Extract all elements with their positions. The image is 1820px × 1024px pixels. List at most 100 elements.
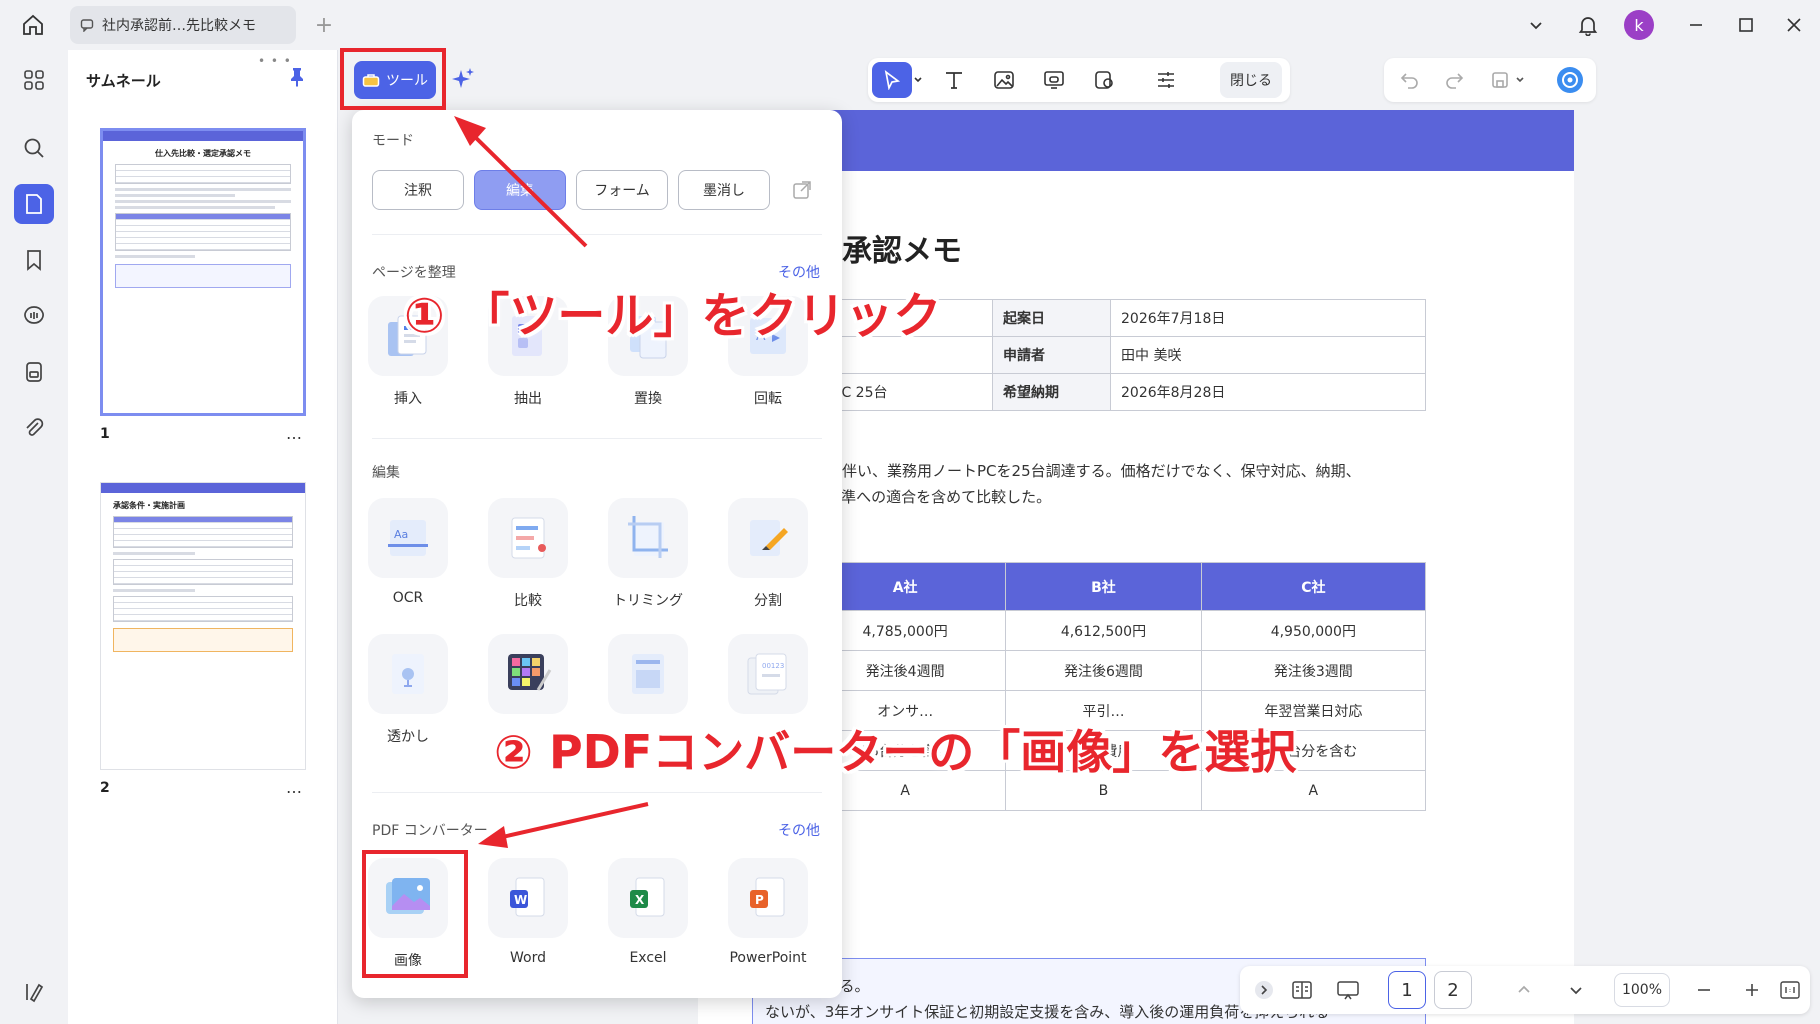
- rail-sidebar-toggle-button[interactable]: [14, 972, 54, 1012]
- rail-search-button[interactable]: [14, 128, 54, 168]
- converter-more-link[interactable]: その他: [778, 820, 820, 840]
- rail-apps-button[interactable]: [14, 60, 54, 100]
- image-icon: [994, 71, 1014, 89]
- chevron-up-icon: [1518, 985, 1530, 993]
- zoom-in-button[interactable]: [1734, 972, 1770, 1008]
- undo-button[interactable]: [1390, 62, 1430, 98]
- previous-page-button[interactable]: [1506, 972, 1542, 1008]
- convert-to-excel[interactable]: X Excel: [598, 858, 698, 976]
- page-thumbnail-2[interactable]: 承認条件・実施計画: [100, 482, 306, 770]
- page-icon: [26, 194, 42, 214]
- tool-ocr[interactable]: Aa OCR: [358, 498, 458, 616]
- maximize-button[interactable]: [1728, 8, 1764, 42]
- settings-tool-button[interactable]: [1146, 62, 1186, 98]
- text-tool-button[interactable]: [934, 62, 974, 98]
- cloud-button[interactable]: [1550, 62, 1590, 98]
- bell-icon: [1578, 17, 1598, 36]
- select-tool-dropdown[interactable]: [908, 62, 928, 98]
- chevron-down-icon: [1530, 22, 1542, 30]
- chevron-down-icon: [1570, 987, 1582, 995]
- tool-crop[interactable]: トリミング: [598, 498, 698, 616]
- minimize-button[interactable]: [1678, 8, 1714, 42]
- image-tool-button[interactable]: [984, 62, 1024, 98]
- sidebar-toggle-icon: [26, 983, 44, 1003]
- save-dropdown[interactable]: [1510, 62, 1530, 98]
- rail-thumbnails-button[interactable]: [14, 184, 54, 224]
- actual-size-button[interactable]: [1772, 972, 1808, 1008]
- stamp-tool-button[interactable]: [1084, 62, 1124, 98]
- title-bar: 社内承認前…先比較メモ + k: [0, 0, 1820, 50]
- notification-button[interactable]: [1570, 8, 1606, 42]
- select-tool-button[interactable]: [872, 62, 912, 98]
- search-icon: [24, 138, 44, 158]
- page-thumbnail-menu-button[interactable]: …: [286, 424, 303, 443]
- tool-compare[interactable]: 比較: [478, 498, 578, 616]
- zoom-level-field[interactable]: 100%: [1614, 973, 1670, 1007]
- rail-attachment-button[interactable]: [14, 408, 54, 448]
- table-row: 4,785,000円 4,612,500円 4,950,000円: [752, 610, 1427, 651]
- edit-heading: 編集: [372, 465, 400, 481]
- undo-icon: [1400, 73, 1418, 89]
- document-tab[interactable]: 社内承認前…先比較メモ: [70, 6, 296, 44]
- numbering-icon: 00123: [747, 653, 787, 695]
- watermark-icon: [392, 654, 424, 694]
- location-icon: [1095, 71, 1113, 89]
- svg-text:00123: 00123: [762, 662, 784, 670]
- open-external-button[interactable]: [788, 176, 816, 204]
- expand-nav-button[interactable]: [1246, 972, 1282, 1008]
- svg-text:Aa: Aa: [394, 528, 408, 541]
- thumbnail-panel: • • • サムネール 仕入先比較・選定承認メモ 1 … 承認条件・実施計画 2…: [68, 50, 338, 1024]
- maximize-icon: [1739, 18, 1753, 32]
- excel-icon: X: [630, 877, 665, 917]
- mode-redact-button[interactable]: 墨消し: [678, 170, 770, 210]
- page-thumbnail-1[interactable]: 仕入先比較・選定承認メモ: [100, 128, 306, 416]
- page-1-button[interactable]: 1: [1388, 971, 1426, 1009]
- word-icon: W: [510, 877, 545, 917]
- convert-to-powerpoint[interactable]: P PowerPoint: [718, 858, 818, 976]
- table-row: 発注後4週間 発注後6週間 発注後3週間: [752, 650, 1427, 691]
- home-icon: [23, 14, 43, 35]
- tabs-dropdown-button[interactable]: [1518, 8, 1554, 42]
- plus-icon: +: [314, 12, 334, 38]
- svg-text:P: P: [755, 893, 764, 907]
- redo-button[interactable]: [1434, 62, 1474, 98]
- mode-heading: モード: [372, 133, 414, 149]
- mode-edit-button[interactable]: 編集: [474, 170, 566, 210]
- page-thumbnail-menu-button[interactable]: …: [286, 778, 303, 797]
- ai-assistant-button[interactable]: [446, 63, 480, 97]
- page-layout-button[interactable]: [1284, 972, 1320, 1008]
- home-button[interactable]: [14, 8, 52, 42]
- close-edit-button[interactable]: 閉じる: [1220, 62, 1282, 98]
- minus-icon: [1698, 989, 1710, 991]
- close-icon: [1787, 18, 1801, 32]
- rail-forms-button[interactable]: [14, 352, 54, 392]
- pin-icon: [291, 68, 303, 87]
- tool-split[interactable]: 分割: [718, 498, 818, 616]
- sparkle-icon: [452, 68, 474, 88]
- link-tool-button[interactable]: [1034, 62, 1074, 98]
- tool-watermark[interactable]: 透かし: [358, 634, 458, 752]
- mode-form-button[interactable]: フォーム: [576, 170, 668, 210]
- highlight-image-option: [362, 850, 468, 978]
- cursor-icon: [884, 70, 901, 90]
- book-icon: [1292, 981, 1312, 999]
- chevron-down-icon: [914, 77, 922, 83]
- page-2-button[interactable]: 2: [1434, 971, 1472, 1009]
- close-window-button[interactable]: [1776, 8, 1812, 42]
- split-icon: [750, 520, 788, 556]
- powerpoint-icon: P: [750, 877, 785, 917]
- pin-button[interactable]: [286, 66, 308, 92]
- next-page-button[interactable]: [1558, 972, 1594, 1008]
- presentation-icon: [1337, 981, 1359, 1000]
- presentation-button[interactable]: [1330, 972, 1366, 1008]
- convert-to-word[interactable]: W Word: [478, 858, 578, 976]
- zoom-out-button[interactable]: [1686, 972, 1722, 1008]
- rail-comments-button[interactable]: [14, 296, 54, 336]
- chevron-right-icon: [1255, 981, 1273, 999]
- link-icon: [1044, 71, 1064, 89]
- new-tab-button[interactable]: +: [310, 8, 338, 42]
- user-avatar[interactable]: k: [1624, 10, 1654, 40]
- rail-bookmark-button[interactable]: [14, 240, 54, 280]
- mode-annotate-button[interactable]: 注釈: [372, 170, 464, 210]
- page-thumbnail-number: 2: [100, 780, 110, 796]
